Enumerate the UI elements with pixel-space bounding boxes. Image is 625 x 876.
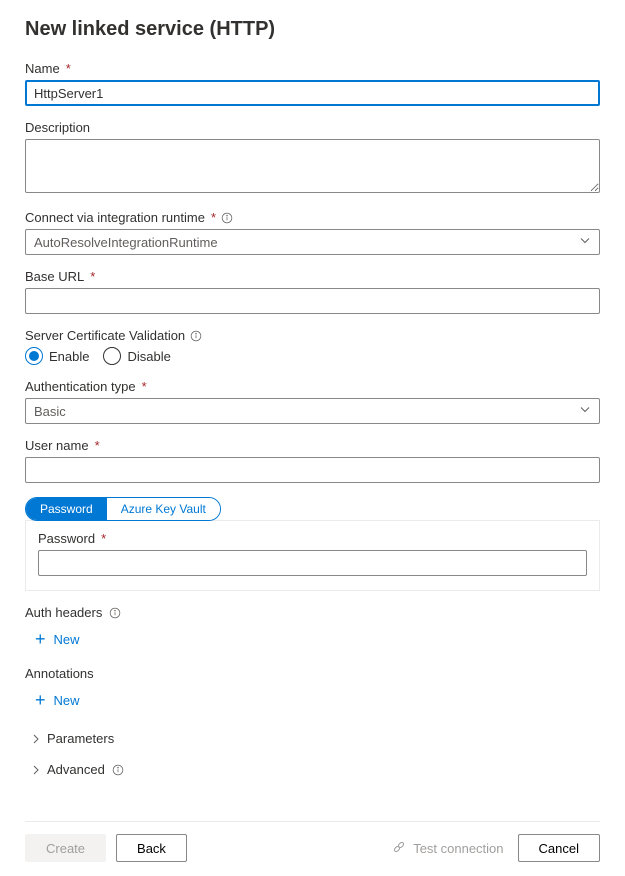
runtime-select[interactable]: AutoResolveIntegrationRuntime [25, 229, 600, 255]
annotations-label: Annotations [25, 666, 600, 681]
description-label: Description [25, 120, 600, 135]
required-asterisk: * [142, 379, 147, 394]
caret-right-icon [31, 765, 41, 775]
plus-icon: + [35, 630, 46, 648]
radio-circle-checked [25, 347, 43, 365]
password-input[interactable] [38, 550, 587, 576]
authheaders-label: Auth headers [25, 605, 600, 620]
expander-advanced[interactable]: Advanced [31, 758, 600, 781]
page-title: New linked service (HTTP) [25, 18, 600, 41]
baseurl-label: Base URL* [25, 269, 600, 284]
info-icon[interactable] [189, 329, 203, 343]
info-icon[interactable] [111, 763, 125, 777]
chevron-down-icon [579, 235, 591, 250]
chevron-down-icon [579, 404, 591, 419]
create-button[interactable]: Create [25, 834, 106, 862]
name-label: Name* [25, 61, 600, 76]
servercert-label: Server Certificate Validation [25, 328, 600, 343]
caret-right-icon [31, 734, 41, 744]
required-asterisk: * [211, 210, 216, 225]
required-asterisk: * [90, 269, 95, 284]
radio-enable[interactable]: Enable [25, 347, 89, 365]
expander-parameters[interactable]: Parameters [31, 727, 600, 750]
test-connection-button: Test connection [391, 839, 503, 858]
username-label: User name* [25, 438, 600, 453]
username-input[interactable] [25, 457, 600, 483]
name-input[interactable] [25, 80, 600, 106]
password-label: Password* [38, 531, 587, 546]
authtype-label: Authentication type* [25, 379, 600, 394]
required-asterisk: * [66, 61, 71, 76]
tab-password[interactable]: Password [26, 498, 107, 520]
radio-disable[interactable]: Disable [103, 347, 170, 365]
required-asterisk: * [101, 531, 106, 546]
authtype-select[interactable]: Basic [25, 398, 600, 424]
add-annotation[interactable]: + New [25, 685, 600, 713]
tab-azure-key-vault[interactable]: Azure Key Vault [107, 498, 220, 520]
back-button[interactable]: Back [116, 834, 187, 862]
description-textarea[interactable] [25, 139, 600, 193]
info-icon[interactable] [108, 606, 122, 620]
plus-icon: + [35, 691, 46, 709]
connection-icon [391, 839, 407, 858]
info-icon[interactable] [220, 211, 234, 225]
radio-circle [103, 347, 121, 365]
runtime-label: Connect via integration runtime* [25, 210, 600, 225]
add-auth-header[interactable]: + New [25, 624, 600, 652]
baseurl-input[interactable] [25, 288, 600, 314]
cancel-button[interactable]: Cancel [518, 834, 600, 862]
required-asterisk: * [95, 438, 100, 453]
